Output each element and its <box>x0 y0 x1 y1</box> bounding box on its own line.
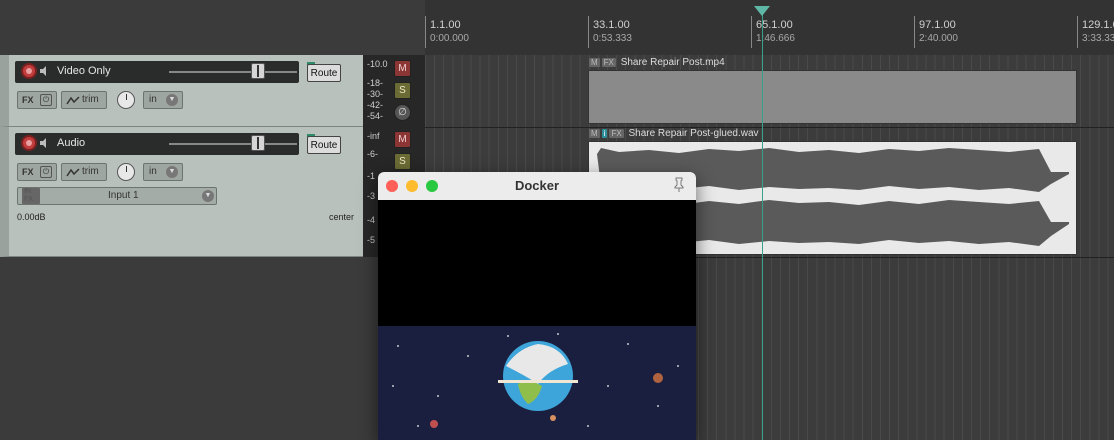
meter-scale-label: -3 <box>367 191 376 201</box>
video-frame-image <box>378 326 696 440</box>
ruler-bar-label: 1.1.00 <box>430 19 461 31</box>
mute-button[interactable]: M <box>394 131 411 148</box>
solo-button[interactable]: S <box>394 153 411 170</box>
chevron-down-icon: ▼ <box>202 190 214 202</box>
earth-illustration <box>392 333 679 428</box>
track-audio[interactable]: Audio Route FX ⏻ trim in ▼ IN FX Input 1… <box>0 127 363 257</box>
ruler-mark: 65.1.00 1:46.666 <box>751 16 795 48</box>
track-control-panel: Video Only Route FX ⏻ trim in ▼ Audio Ro… <box>0 55 366 257</box>
docker-title: Docker <box>514 178 560 193</box>
fx-bypass-icon[interactable]: ⏻ <box>40 166 52 178</box>
record-arm-button[interactable] <box>21 135 37 151</box>
pan-knob[interactable] <box>117 163 135 181</box>
meter-scale-label: -6- <box>367 149 378 159</box>
item-mute-tag[interactable]: M <box>589 129 600 138</box>
item-info-icon[interactable]: i <box>601 129 608 138</box>
pan-readout: center <box>329 212 355 222</box>
meter-scale-label: -30- <box>367 89 384 99</box>
pin-icon[interactable] <box>672 177 686 193</box>
fx-label: FX <box>22 95 34 105</box>
docker-window[interactable]: Docker <box>378 172 696 440</box>
chevron-down-icon: ▼ <box>166 94 178 106</box>
envelope-icon <box>66 168 80 177</box>
ruler-time-label: 2:40.000 <box>919 33 958 44</box>
pan-knob[interactable] <box>117 91 135 109</box>
meter-scale-label: -54- <box>367 111 384 121</box>
ruler-time-label: 0:53.333 <box>593 33 632 44</box>
ruler-time-label: 0:00.000 <box>430 33 469 44</box>
ruler-bar-label: 129.1.00 <box>1082 19 1114 31</box>
input-mode-label: in <box>149 166 157 177</box>
fx-button[interactable]: FX ⏻ <box>17 91 57 109</box>
ruler-mark: 1.1.00 0:00.000 <box>425 16 469 48</box>
ruler-time-label: 3:33.33 <box>1082 33 1114 44</box>
item-name: Share Repair Post.mp4 <box>620 57 725 68</box>
docker-titlebar[interactable]: Docker <box>378 172 696 201</box>
route-button[interactable]: Route <box>307 64 341 82</box>
item-fx-tag[interactable]: FX <box>601 58 616 67</box>
meter-scale-label: -10.0 <box>367 59 388 69</box>
record-arm-button[interactable] <box>21 63 37 79</box>
input-monitor-select[interactable]: in ▼ <box>143 163 183 181</box>
solo-button[interactable]: S <box>394 82 411 99</box>
reaper-window: 1.1.00 0:00.000 33.1.00 0:53.333 65.1.00… <box>0 0 1114 440</box>
input-fx-tag[interactable]: IN FX <box>22 188 40 204</box>
record-input-select[interactable]: IN FX Input 1 ▼ <box>17 187 217 205</box>
ruler-bar-label: 33.1.00 <box>593 19 630 31</box>
video-preview <box>378 200 696 440</box>
input-monitor-select[interactable]: in ▼ <box>143 91 183 109</box>
volume-slider[interactable] <box>169 63 297 79</box>
playhead-cursor[interactable] <box>762 8 763 440</box>
speaker-icon[interactable] <box>39 137 51 149</box>
item-fx-tag[interactable]: FX <box>609 129 624 138</box>
ruler-mark: 129.1.00 3:33.33 <box>1077 16 1114 48</box>
input-name: Input 1 <box>108 190 139 201</box>
lane-separator <box>425 127 1114 128</box>
meter-scale-label: -inf <box>367 131 380 141</box>
playhead-marker[interactable] <box>754 6 770 16</box>
meter-scale-label: -42- <box>367 100 384 110</box>
item-name: Share Repair Post-glued.wav <box>628 128 759 139</box>
speaker-icon[interactable] <box>39 65 51 77</box>
phase-invert-button[interactable]: ∅ <box>394 104 411 121</box>
volume-slider[interactable] <box>169 135 297 151</box>
ruler-bar-label: 97.1.00 <box>919 19 956 31</box>
automation-trim-button[interactable]: trim <box>61 163 107 181</box>
ruler-mark: 97.1.00 2:40.000 <box>914 16 958 48</box>
meter-scale-label: -1 <box>367 171 376 181</box>
fx-label: FX <box>22 167 34 177</box>
meter-scale-label: -18- <box>367 78 384 88</box>
route-button[interactable]: Route <box>307 136 341 154</box>
item-mute-tag[interactable]: M <box>589 58 600 67</box>
volume-slider-thumb[interactable] <box>251 63 265 79</box>
input-mode-label: in <box>149 94 157 105</box>
mute-button[interactable]: M <box>394 60 411 77</box>
item-header: Mi FX Share Repair Post-glued.wav <box>589 128 759 142</box>
volume-readout: 0.00dB <box>17 212 46 222</box>
ruler-mark: 33.1.00 0:53.333 <box>588 16 632 48</box>
volume-slider-thumb[interactable] <box>251 135 265 151</box>
meter-scale-label: -5 <box>367 235 376 245</box>
envelope-icon <box>66 96 80 105</box>
item-header: M FX Share Repair Post.mp4 <box>589 57 725 71</box>
track-video-only[interactable]: Video Only Route FX ⏻ trim in ▼ <box>0 55 363 127</box>
fx-button[interactable]: FX ⏻ <box>17 163 57 181</box>
chevron-down-icon: ▼ <box>166 166 178 178</box>
meter-scale-label: -4 <box>367 215 376 225</box>
fx-bypass-icon[interactable]: ⏻ <box>40 94 52 106</box>
automation-trim-button[interactable]: trim <box>61 91 107 109</box>
track-name[interactable]: Audio <box>57 137 85 149</box>
media-item-video[interactable]: M FX Share Repair Post.mp4 <box>588 57 1077 124</box>
trim-label: trim <box>82 94 99 105</box>
track-name[interactable]: Video Only <box>57 65 111 77</box>
trim-label: trim <box>82 166 99 177</box>
